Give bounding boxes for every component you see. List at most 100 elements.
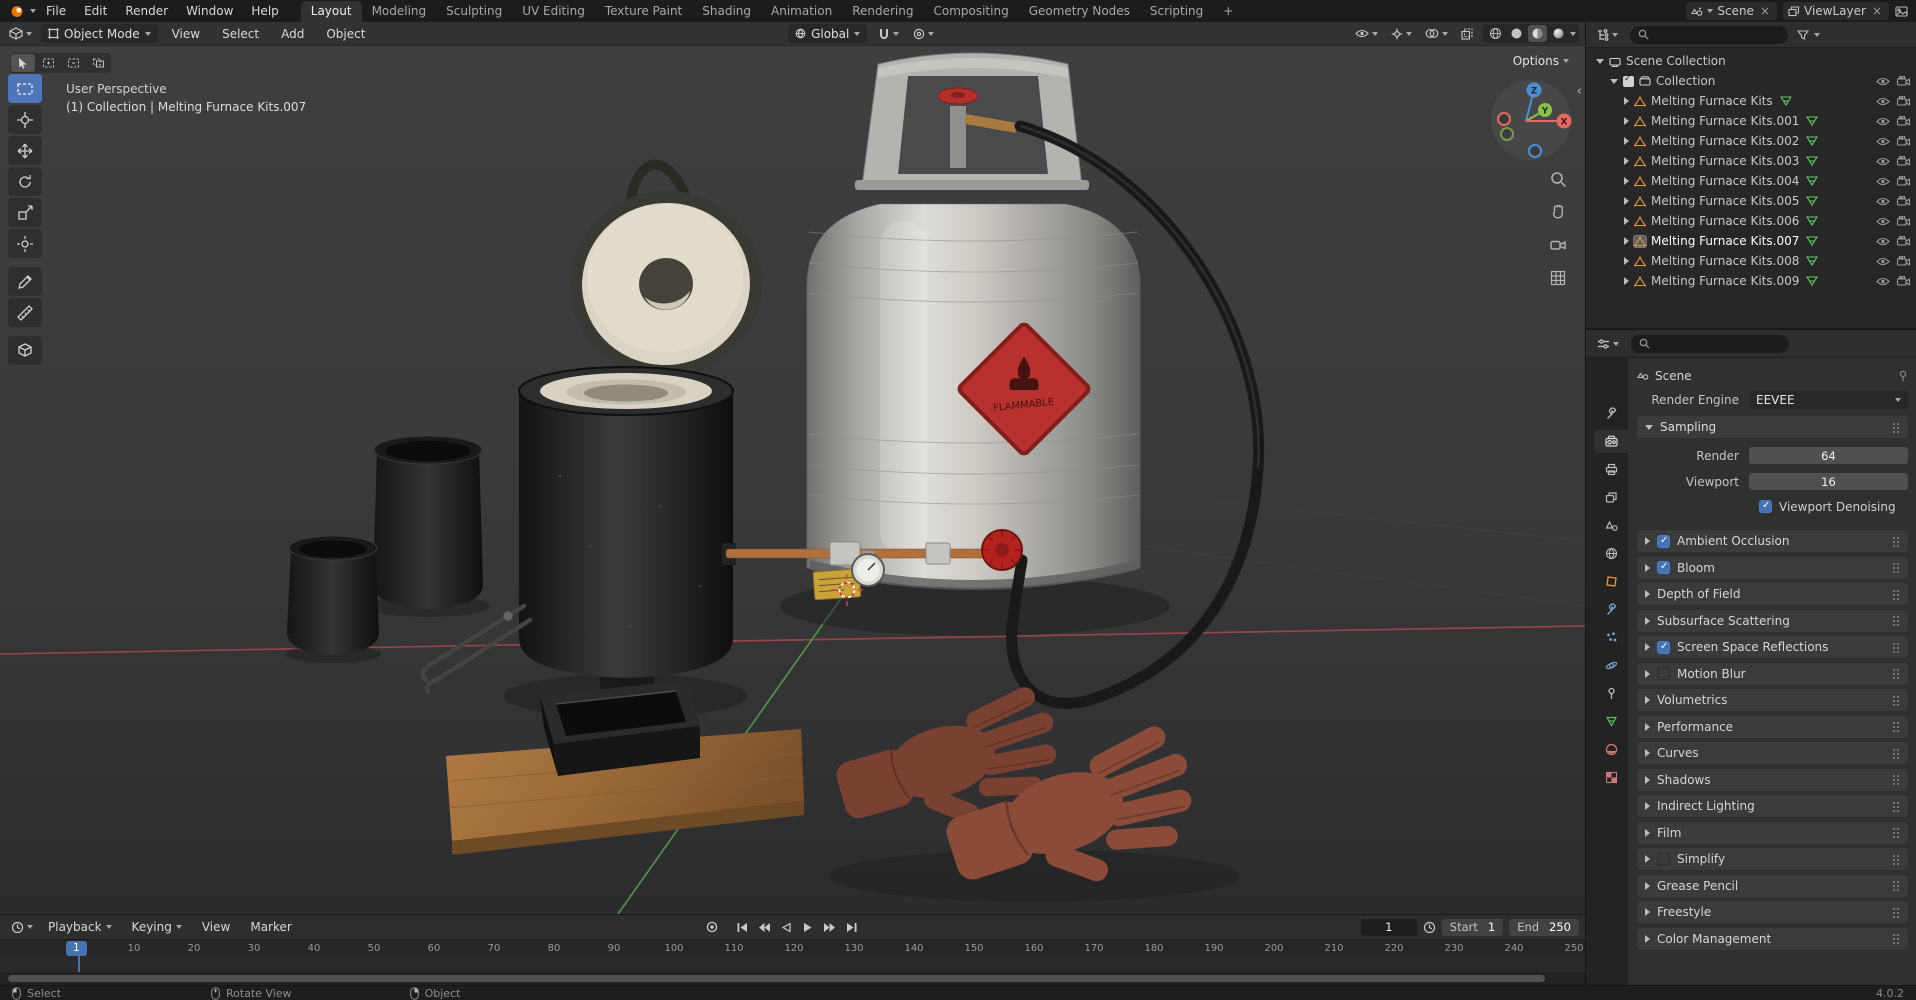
topbar-menu[interactable]: File: [38, 2, 74, 20]
add-cube-tool[interactable]: [8, 336, 42, 365]
render-engine-select[interactable]: EEVEE: [1749, 390, 1908, 409]
viewport-samples-field[interactable]: 16: [1749, 473, 1908, 490]
tab-scene[interactable]: [1594, 514, 1628, 537]
properties-section[interactable]: Bloom: [1637, 556, 1908, 579]
disclosure-icon[interactable]: [1624, 217, 1629, 225]
camera-view-icon[interactable]: [1547, 234, 1569, 256]
collection-exclude-checkbox[interactable]: [1623, 74, 1634, 87]
select-mode-intersect-button[interactable]: [86, 54, 110, 72]
snap-toggle[interactable]: [875, 26, 902, 42]
drag-handle[interactable]: [1892, 748, 1900, 759]
tab-world[interactable]: [1594, 542, 1628, 565]
scene-selector[interactable]: Scene: [1686, 2, 1777, 20]
properties-section[interactable]: Volumetrics: [1637, 689, 1908, 711]
properties-section[interactable]: Curves: [1637, 742, 1908, 764]
record-button[interactable]: [703, 919, 721, 935]
camera-icon[interactable]: [1897, 96, 1910, 106]
drag-handle[interactable]: [1892, 536, 1900, 547]
eye-icon[interactable]: [1876, 117, 1890, 126]
filter-icon[interactable]: [1797, 29, 1809, 41]
outliner-search-input[interactable]: [1630, 25, 1788, 44]
section-checkbox[interactable]: [1657, 640, 1670, 654]
outliner-object-row[interactable]: Melting Furnace Kits.005: [1586, 191, 1916, 211]
visibility-dropdown[interactable]: [1352, 27, 1381, 40]
topbar-menu[interactable]: Render: [117, 2, 176, 20]
drag-handle[interactable]: [1892, 642, 1900, 653]
drag-handle[interactable]: [1892, 562, 1900, 573]
properties-section[interactable]: Performance: [1637, 715, 1908, 738]
prev-keyframe-button[interactable]: [755, 920, 774, 935]
workspace-tab[interactable]: Animation: [761, 1, 842, 22]
viewport-menu[interactable]: Add: [273, 25, 312, 43]
outliner-object-row[interactable]: Melting Furnace Kits.007: [1586, 231, 1916, 251]
eye-icon[interactable]: [1876, 77, 1890, 86]
eye-icon[interactable]: [1876, 257, 1890, 266]
outliner-object-row[interactable]: Melting Furnace Kits.001: [1586, 111, 1916, 131]
select-mode-subtract-button[interactable]: [61, 54, 85, 72]
properties-section[interactable]: Subsurface Scattering: [1637, 609, 1908, 632]
properties-section[interactable]: Grease Pencil: [1637, 874, 1908, 897]
properties-section[interactable]: Ambient Occlusion: [1637, 530, 1908, 552]
next-keyframe-button[interactable]: [820, 920, 839, 935]
outliner-object-row[interactable]: Melting Furnace Kits.009: [1586, 271, 1916, 291]
auto-keying-clock-icon[interactable]: [1423, 921, 1436, 934]
disclosure-icon[interactable]: [1624, 277, 1629, 285]
viewport-menu[interactable]: View: [164, 25, 208, 43]
pan-hand-icon[interactable]: [1547, 201, 1569, 223]
drag-handle[interactable]: [1892, 615, 1900, 626]
orientation-dropdown[interactable]: Global: [788, 24, 868, 43]
outliner-editor-button[interactable]: [1593, 27, 1621, 43]
scale-tool[interactable]: [8, 198, 42, 227]
disclosure-icon[interactable]: [1624, 197, 1629, 205]
disclosure-icon[interactable]: [1624, 177, 1629, 185]
zoom-icon[interactable]: [1547, 168, 1569, 190]
properties-section[interactable]: Shadows: [1637, 768, 1908, 791]
navigation-gizmo[interactable]: Z Y X: [1489, 78, 1573, 162]
eye-icon[interactable]: [1876, 157, 1890, 166]
properties-search-input[interactable]: [1631, 334, 1789, 353]
properties-section[interactable]: Color Management: [1637, 927, 1908, 950]
eye-icon[interactable]: [1876, 177, 1890, 186]
proportional-edit-toggle[interactable]: [910, 26, 937, 42]
section-checkbox[interactable]: [1657, 534, 1670, 548]
drag-handle[interactable]: [1892, 774, 1900, 785]
topbar-menu[interactable]: Edit: [76, 2, 115, 20]
render-image-icon[interactable]: [1895, 5, 1908, 17]
drag-handle[interactable]: [1892, 933, 1900, 944]
workspace-tab[interactable]: UV Editing: [512, 1, 595, 22]
overlays-dropdown[interactable]: [1422, 26, 1451, 41]
properties-section[interactable]: Screen Space Reflections: [1637, 636, 1908, 658]
tab-constraints[interactable]: [1594, 682, 1628, 705]
shading-solid-button[interactable]: [1507, 25, 1526, 42]
timeline-menu[interactable]: Marker: [242, 918, 299, 936]
camera-icon[interactable]: [1897, 176, 1910, 186]
workspace-tab[interactable]: Sculpting: [436, 1, 512, 22]
camera-icon[interactable]: [1897, 136, 1910, 146]
eye-icon[interactable]: [1876, 277, 1890, 286]
viewport-menu[interactable]: Select: [214, 25, 267, 43]
disclosure-icon[interactable]: [1610, 78, 1618, 84]
drag-handle[interactable]: [1892, 668, 1900, 679]
properties-editor-button[interactable]: [1594, 336, 1622, 352]
tab-modifiers[interactable]: [1594, 598, 1628, 621]
timeline-editor-button[interactable]: [8, 919, 36, 936]
render-samples-field[interactable]: 64: [1749, 447, 1908, 464]
editor-type-button[interactable]: [6, 25, 35, 42]
current-frame-field[interactable]: 1: [1360, 918, 1417, 936]
camera-icon[interactable]: [1897, 276, 1910, 286]
frame-end-field[interactable]: End 250: [1509, 918, 1579, 936]
drag-handle[interactable]: [1892, 907, 1900, 918]
section-checkbox[interactable]: [1657, 852, 1670, 866]
timeline-menu[interactable]: Keying: [124, 918, 190, 936]
drag-handle[interactable]: [1892, 854, 1900, 865]
camera-icon[interactable]: [1897, 76, 1910, 86]
eye-icon[interactable]: [1876, 97, 1890, 106]
properties-section[interactable]: Freestyle: [1637, 901, 1908, 923]
drag-handle[interactable]: [1892, 880, 1900, 891]
playhead-line[interactable]: [78, 956, 80, 972]
timeline-menu[interactable]: Playback: [40, 918, 120, 936]
camera-icon[interactable]: [1897, 236, 1910, 246]
drag-handle[interactable]: [1892, 721, 1900, 732]
workspace-tab[interactable]: Modeling: [362, 1, 437, 22]
shading-rendered-button[interactable]: [1549, 25, 1568, 42]
